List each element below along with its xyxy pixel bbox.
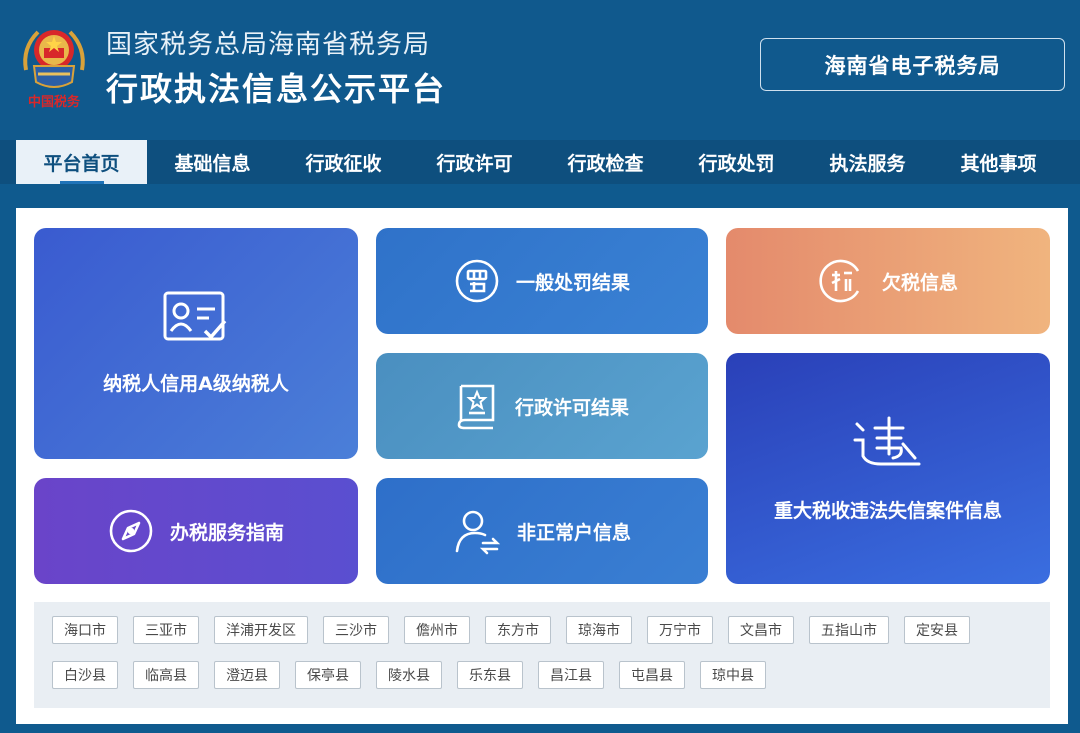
abnormal-household-tile[interactable]: 非正常户信息 [376,478,708,584]
id-card-check-icon [163,291,229,343]
region-link[interactable]: 澄迈县 [214,661,280,689]
e-tax-bureau-button[interactable]: 海南省电子税务局 [760,38,1065,91]
region-link[interactable]: 定安县 [904,616,970,644]
nav-item-admin-inspection[interactable]: 行政检查 [540,140,671,184]
admin-license-result-label: 行政许可结果 [514,396,629,419]
main-panel: 纳税人信用A级纳税人 一般处罚结果 欠税信息 行政许可结果 重大税收违法失信案件… [16,208,1068,724]
compass-icon [108,508,154,554]
nav-item-admin-license[interactable]: 行政许可 [409,140,540,184]
credit-a-level-tile[interactable]: 纳税人信用A级纳税人 [34,228,358,459]
region-link[interactable]: 保亭县 [295,661,361,689]
region-link[interactable]: 琼中县 [700,661,766,689]
region-link[interactable]: 白沙县 [52,661,118,689]
region-link[interactable]: 海口市 [52,616,118,644]
region-link[interactable]: 三沙市 [323,616,389,644]
nav-item-admin-penalty[interactable]: 行政处罚 [671,140,802,184]
major-violation-tile[interactable]: 重大税收违法失信案件信息 [726,353,1050,584]
region-row-1: 海口市 三亚市 洋浦开发区 三沙市 儋州市 东方市 琼海市 万宁市 文昌市 五指… [52,616,970,646]
region-link[interactable]: 陵水县 [376,661,442,689]
region-link[interactable]: 五指山市 [809,616,889,644]
region-link[interactable]: 文昌市 [728,616,794,644]
region-link[interactable]: 屯昌县 [619,661,685,689]
nav-item-home[interactable]: 平台首页 [16,140,147,184]
tax-service-guide-tile[interactable]: 办税服务指南 [34,478,358,584]
admin-license-result-tile[interactable]: 行政许可结果 [376,353,708,459]
region-link[interactable]: 三亚市 [133,616,199,644]
platform-title: 行政执法信息公示平台 [106,70,447,108]
nav-item-other-matters[interactable]: 其他事项 [933,140,1064,184]
region-link[interactable]: 万宁市 [647,616,713,644]
region-link[interactable]: 琼海市 [566,616,632,644]
user-transfer-icon [453,507,501,555]
general-penalty-label: 一般处罚结果 [515,271,630,294]
permit-book-icon [455,382,499,430]
abnormal-household-label: 非正常户信息 [516,521,631,544]
tax-arrears-icon [818,257,866,305]
region-link[interactable]: 儋州市 [404,616,470,644]
organization-name: 国家税务总局海南省税务局 [106,30,431,60]
region-link[interactable]: 东方市 [485,616,551,644]
region-link[interactable]: 临高县 [133,661,199,689]
nav-item-basic-info[interactable]: 基础信息 [147,140,278,184]
tax-arrears-tile[interactable]: 欠税信息 [726,228,1050,334]
tax-service-guide-label: 办税服务指南 [169,521,284,544]
major-violation-label: 重大税收违法失信案件信息 [773,500,1002,522]
penalty-icon [454,258,500,304]
credit-a-level-label: 纳税人信用A级纳税人 [103,373,289,395]
region-row-2: 白沙县 临高县 澄迈县 保亭县 陵水县 乐东县 昌江县 屯昌县 琼中县 [52,661,766,691]
region-link[interactable]: 洋浦开发区 [214,616,308,644]
main-nav: 平台首页 基础信息 行政征收 行政许可 行政检查 行政处罚 执法服务 其他事项 [0,140,1080,184]
nav-item-admin-levy[interactable]: 行政征收 [278,140,409,184]
violation-icon [853,414,923,470]
nav-item-enforcement-service[interactable]: 执法服务 [802,140,933,184]
region-link[interactable]: 昌江县 [538,661,604,689]
region-link[interactable]: 乐东县 [457,661,523,689]
site-header: 中国税务 国家税务总局海南省税务局 行政执法信息公示平台 海南省电子税务局 [0,0,1080,140]
tax-arrears-label: 欠税信息 [881,271,958,294]
emblem-caption: 中国税务 [28,94,81,109]
general-penalty-tile[interactable]: 一般处罚结果 [376,228,708,334]
region-links: 海口市 三亚市 洋浦开发区 三沙市 儋州市 东方市 琼海市 万宁市 文昌市 五指… [34,602,1050,708]
tax-emblem-logo: 中国税务 [16,18,92,110]
